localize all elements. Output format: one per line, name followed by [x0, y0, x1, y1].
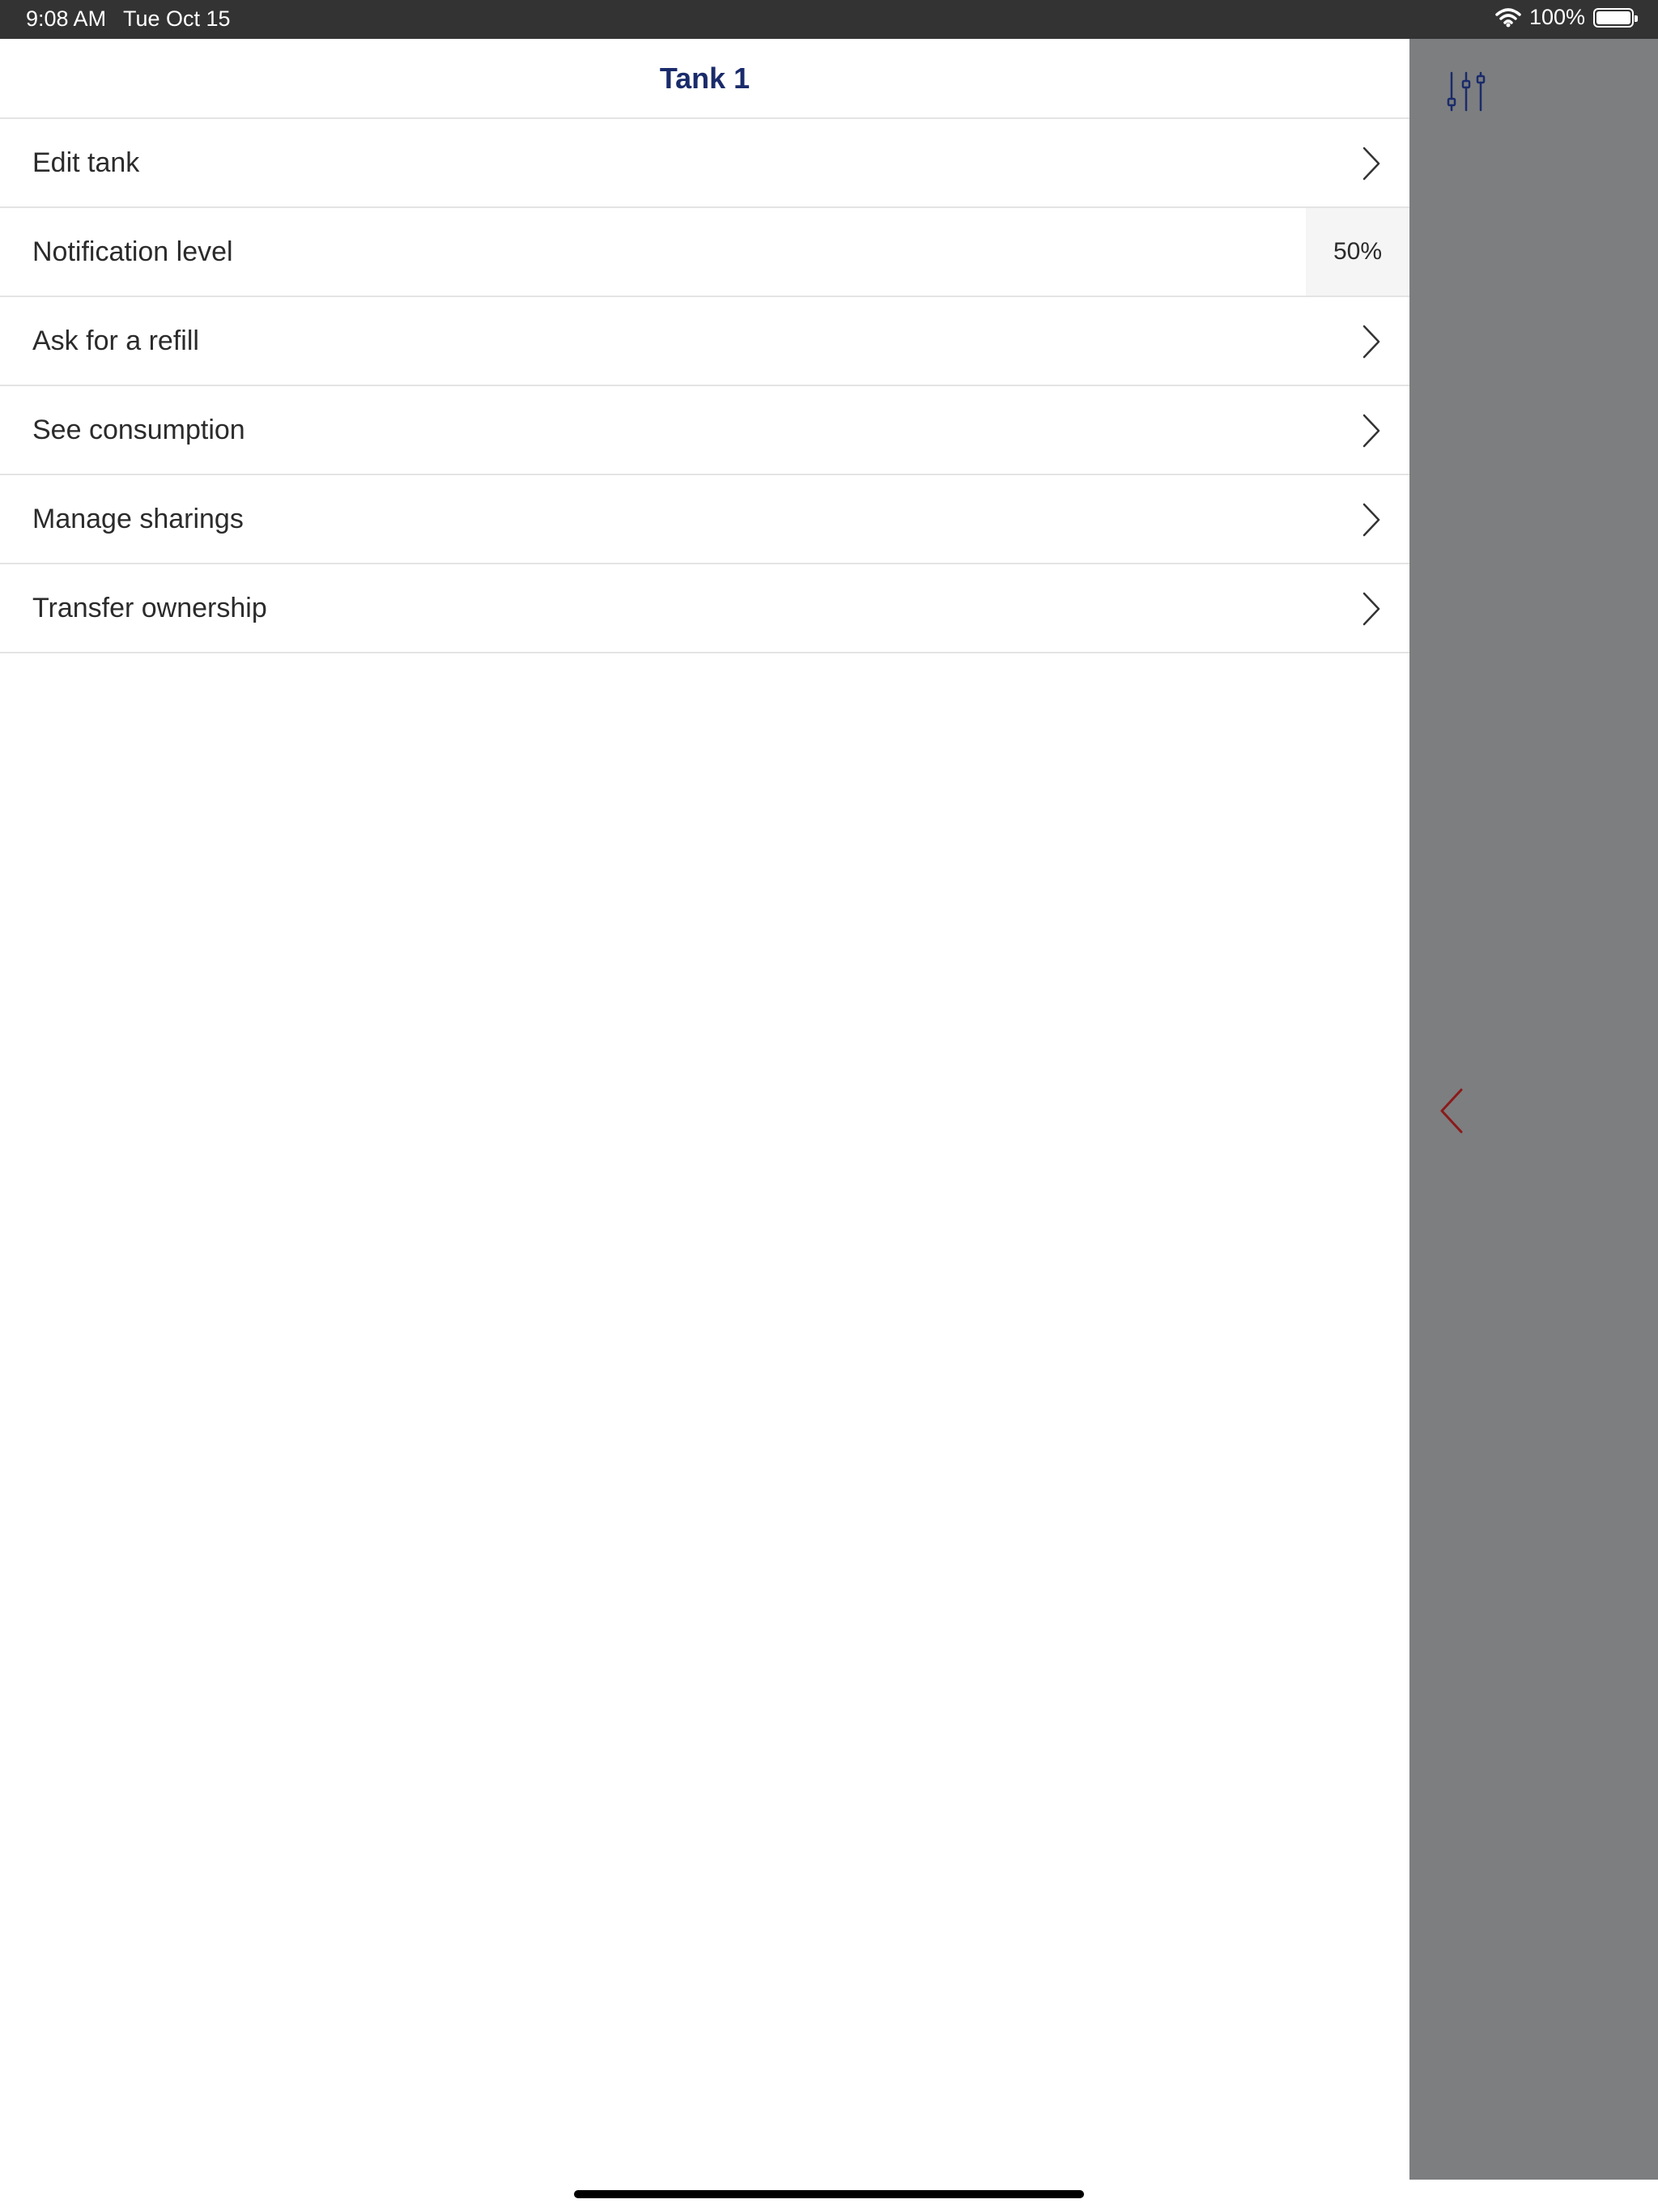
- navigation-bar: Tank 1: [0, 39, 1409, 119]
- menu-item-label: Edit tank: [32, 147, 140, 178]
- battery-icon: [1593, 7, 1638, 28]
- chevron-right-icon: [1363, 503, 1380, 537]
- tank-detail-panel: Tank 1 Edit tank Notification level 50% …: [0, 39, 1409, 2180]
- menu-item-transfer-ownership[interactable]: Transfer ownership: [0, 564, 1409, 653]
- status-bar: 9:08 AM Tue Oct 15 100%: [0, 0, 1658, 39]
- menu-item-label: Ask for a refill: [32, 325, 199, 356]
- chevron-right-icon: [1363, 414, 1380, 448]
- tank-menu-list: Edit tank Notification level 50% Ask for…: [0, 119, 1409, 653]
- chevron-right-icon: [1363, 147, 1380, 181]
- home-indicator: [574, 2190, 1084, 2198]
- menu-item-label: Notification level: [32, 236, 233, 267]
- notification-level-value[interactable]: 50%: [1306, 208, 1409, 296]
- page-title: Tank 1: [659, 61, 750, 95]
- wifi-icon: [1495, 7, 1521, 27]
- status-indicators: 100%: [1495, 5, 1638, 30]
- status-time: 9:08 AM: [26, 6, 107, 31]
- battery-percentage: 100%: [1528, 5, 1585, 29]
- menu-item-notification-level[interactable]: Notification level 50%: [0, 208, 1409, 297]
- chevron-left-icon[interactable]: [1435, 1087, 1468, 1135]
- status-date: Tue Oct 15: [123, 6, 231, 31]
- menu-item-ask-refill[interactable]: Ask for a refill: [0, 297, 1409, 386]
- chevron-right-icon: [1363, 325, 1380, 359]
- menu-item-edit-tank[interactable]: Edit tank: [0, 119, 1409, 208]
- menu-item-label: Transfer ownership: [32, 592, 267, 623]
- chevron-right-icon: [1363, 592, 1380, 626]
- menu-item-label: See consumption: [32, 414, 245, 445]
- filter-sliders-icon[interactable]: [1443, 70, 1489, 115]
- menu-item-label: Manage sharings: [32, 503, 244, 534]
- menu-item-manage-sharings[interactable]: Manage sharings: [0, 475, 1409, 564]
- dimmed-side-panel[interactable]: [1409, 39, 1658, 2180]
- menu-item-see-consumption[interactable]: See consumption: [0, 386, 1409, 475]
